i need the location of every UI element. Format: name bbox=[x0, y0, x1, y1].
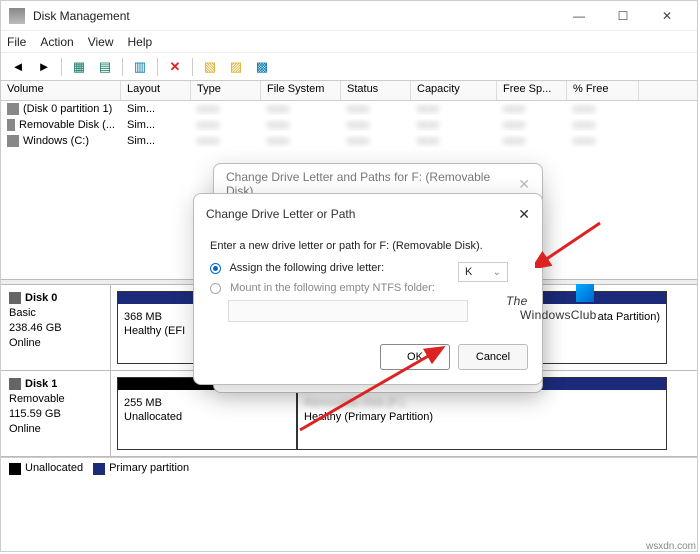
legend-item: Unallocated bbox=[9, 462, 83, 474]
column-header[interactable]: % Free bbox=[567, 81, 639, 100]
column-header[interactable]: Type bbox=[191, 81, 261, 100]
close-icon[interactable]: ✕ bbox=[518, 176, 530, 193]
cancel-button[interactable]: Cancel bbox=[458, 344, 528, 370]
radio-mount-folder[interactable] bbox=[210, 283, 221, 294]
column-header[interactable]: Status bbox=[341, 81, 411, 100]
close-button[interactable]: ✕ bbox=[645, 2, 689, 30]
disk-info: Disk 0Basic238.46 GBOnline bbox=[1, 285, 111, 370]
menu-view[interactable]: View bbox=[88, 35, 114, 49]
watermark-text: The WindowsClub bbox=[506, 294, 597, 322]
disk-info: Disk 1Removable115.59 GBOnline bbox=[1, 371, 111, 456]
disk-icon bbox=[9, 378, 21, 390]
ok-button[interactable]: OK bbox=[380, 344, 450, 370]
delete-icon[interactable]: ✕ bbox=[164, 57, 186, 77]
credit-text: wsxdn.com bbox=[646, 541, 696, 552]
radio-assign-letter[interactable] bbox=[210, 263, 221, 274]
volume-icon bbox=[7, 119, 15, 131]
column-header[interactable]: Capacity bbox=[411, 81, 497, 100]
view-list-icon[interactable]: ▦ bbox=[68, 57, 90, 77]
minimize-button[interactable]: — bbox=[557, 2, 601, 30]
radio-mount-label: Mount in the following empty NTFS folder… bbox=[230, 282, 435, 294]
drive-letter-select[interactable]: K bbox=[458, 262, 508, 282]
column-header[interactable]: Layout bbox=[121, 81, 191, 100]
refresh-icon[interactable]: ▤ bbox=[94, 57, 116, 77]
volume-row[interactable]: Removable Disk (...Sim...xxxxxxxxxxxxxxx… bbox=[1, 117, 697, 133]
close-icon[interactable]: ✕ bbox=[518, 206, 530, 223]
volume-list-header: VolumeLayoutTypeFile SystemStatusCapacit… bbox=[1, 81, 697, 101]
column-header[interactable]: Volume bbox=[1, 81, 121, 100]
legend: Unallocated Primary partition bbox=[1, 457, 697, 479]
properties-icon[interactable]: ▥ bbox=[129, 57, 151, 77]
maximize-button[interactable]: ☐ bbox=[601, 2, 645, 30]
nav-forward-icon[interactable]: ► bbox=[33, 57, 55, 77]
menu-help[interactable]: Help bbox=[128, 35, 153, 49]
dialog-title-text: Change Drive Letter or Path bbox=[206, 207, 355, 221]
volume-icon bbox=[7, 103, 19, 115]
toolbar: ◄ ► ▦ ▤ ▥ ✕ ▧ ▨ ▩ bbox=[1, 53, 697, 81]
mount-folder-input bbox=[228, 300, 468, 322]
column-header[interactable]: File System bbox=[261, 81, 341, 100]
disk-icon bbox=[9, 292, 21, 304]
format-icon[interactable]: ▧ bbox=[199, 57, 221, 77]
volume-row[interactable]: (Disk 0 partition 1)Sim...xxxxxxxxxxxxxx… bbox=[1, 101, 697, 117]
volume-list[interactable]: (Disk 0 partition 1)Sim...xxxxxxxxxxxxxx… bbox=[1, 101, 697, 149]
change-drive-letter-dialog: Change Drive Letter or Path ✕ Enter a ne… bbox=[193, 193, 543, 385]
help-icon[interactable]: ▩ bbox=[251, 57, 273, 77]
dialog-title: Change Drive Letter or Path ✕ bbox=[194, 194, 542, 234]
menubar: File Action View Help bbox=[1, 31, 697, 53]
volume-row[interactable]: Windows (C:)Sim...xxxxxxxxxxxxxxxxxxxxxx… bbox=[1, 133, 697, 149]
window-title: Disk Management bbox=[33, 9, 557, 23]
menu-file[interactable]: File bbox=[7, 35, 26, 49]
radio-assign-label: Assign the following drive letter: bbox=[229, 262, 384, 274]
legend-item: Primary partition bbox=[93, 462, 189, 474]
menu-action[interactable]: Action bbox=[40, 35, 73, 49]
app-icon bbox=[9, 8, 25, 24]
column-header[interactable]: Free Sp... bbox=[497, 81, 567, 100]
dialog-prompt: Enter a new drive letter or path for F: … bbox=[210, 240, 526, 252]
volume-icon bbox=[7, 135, 19, 147]
titlebar: Disk Management — ☐ ✕ bbox=[1, 1, 697, 31]
new-volume-icon[interactable]: ▨ bbox=[225, 57, 247, 77]
nav-back-icon[interactable]: ◄ bbox=[7, 57, 29, 77]
